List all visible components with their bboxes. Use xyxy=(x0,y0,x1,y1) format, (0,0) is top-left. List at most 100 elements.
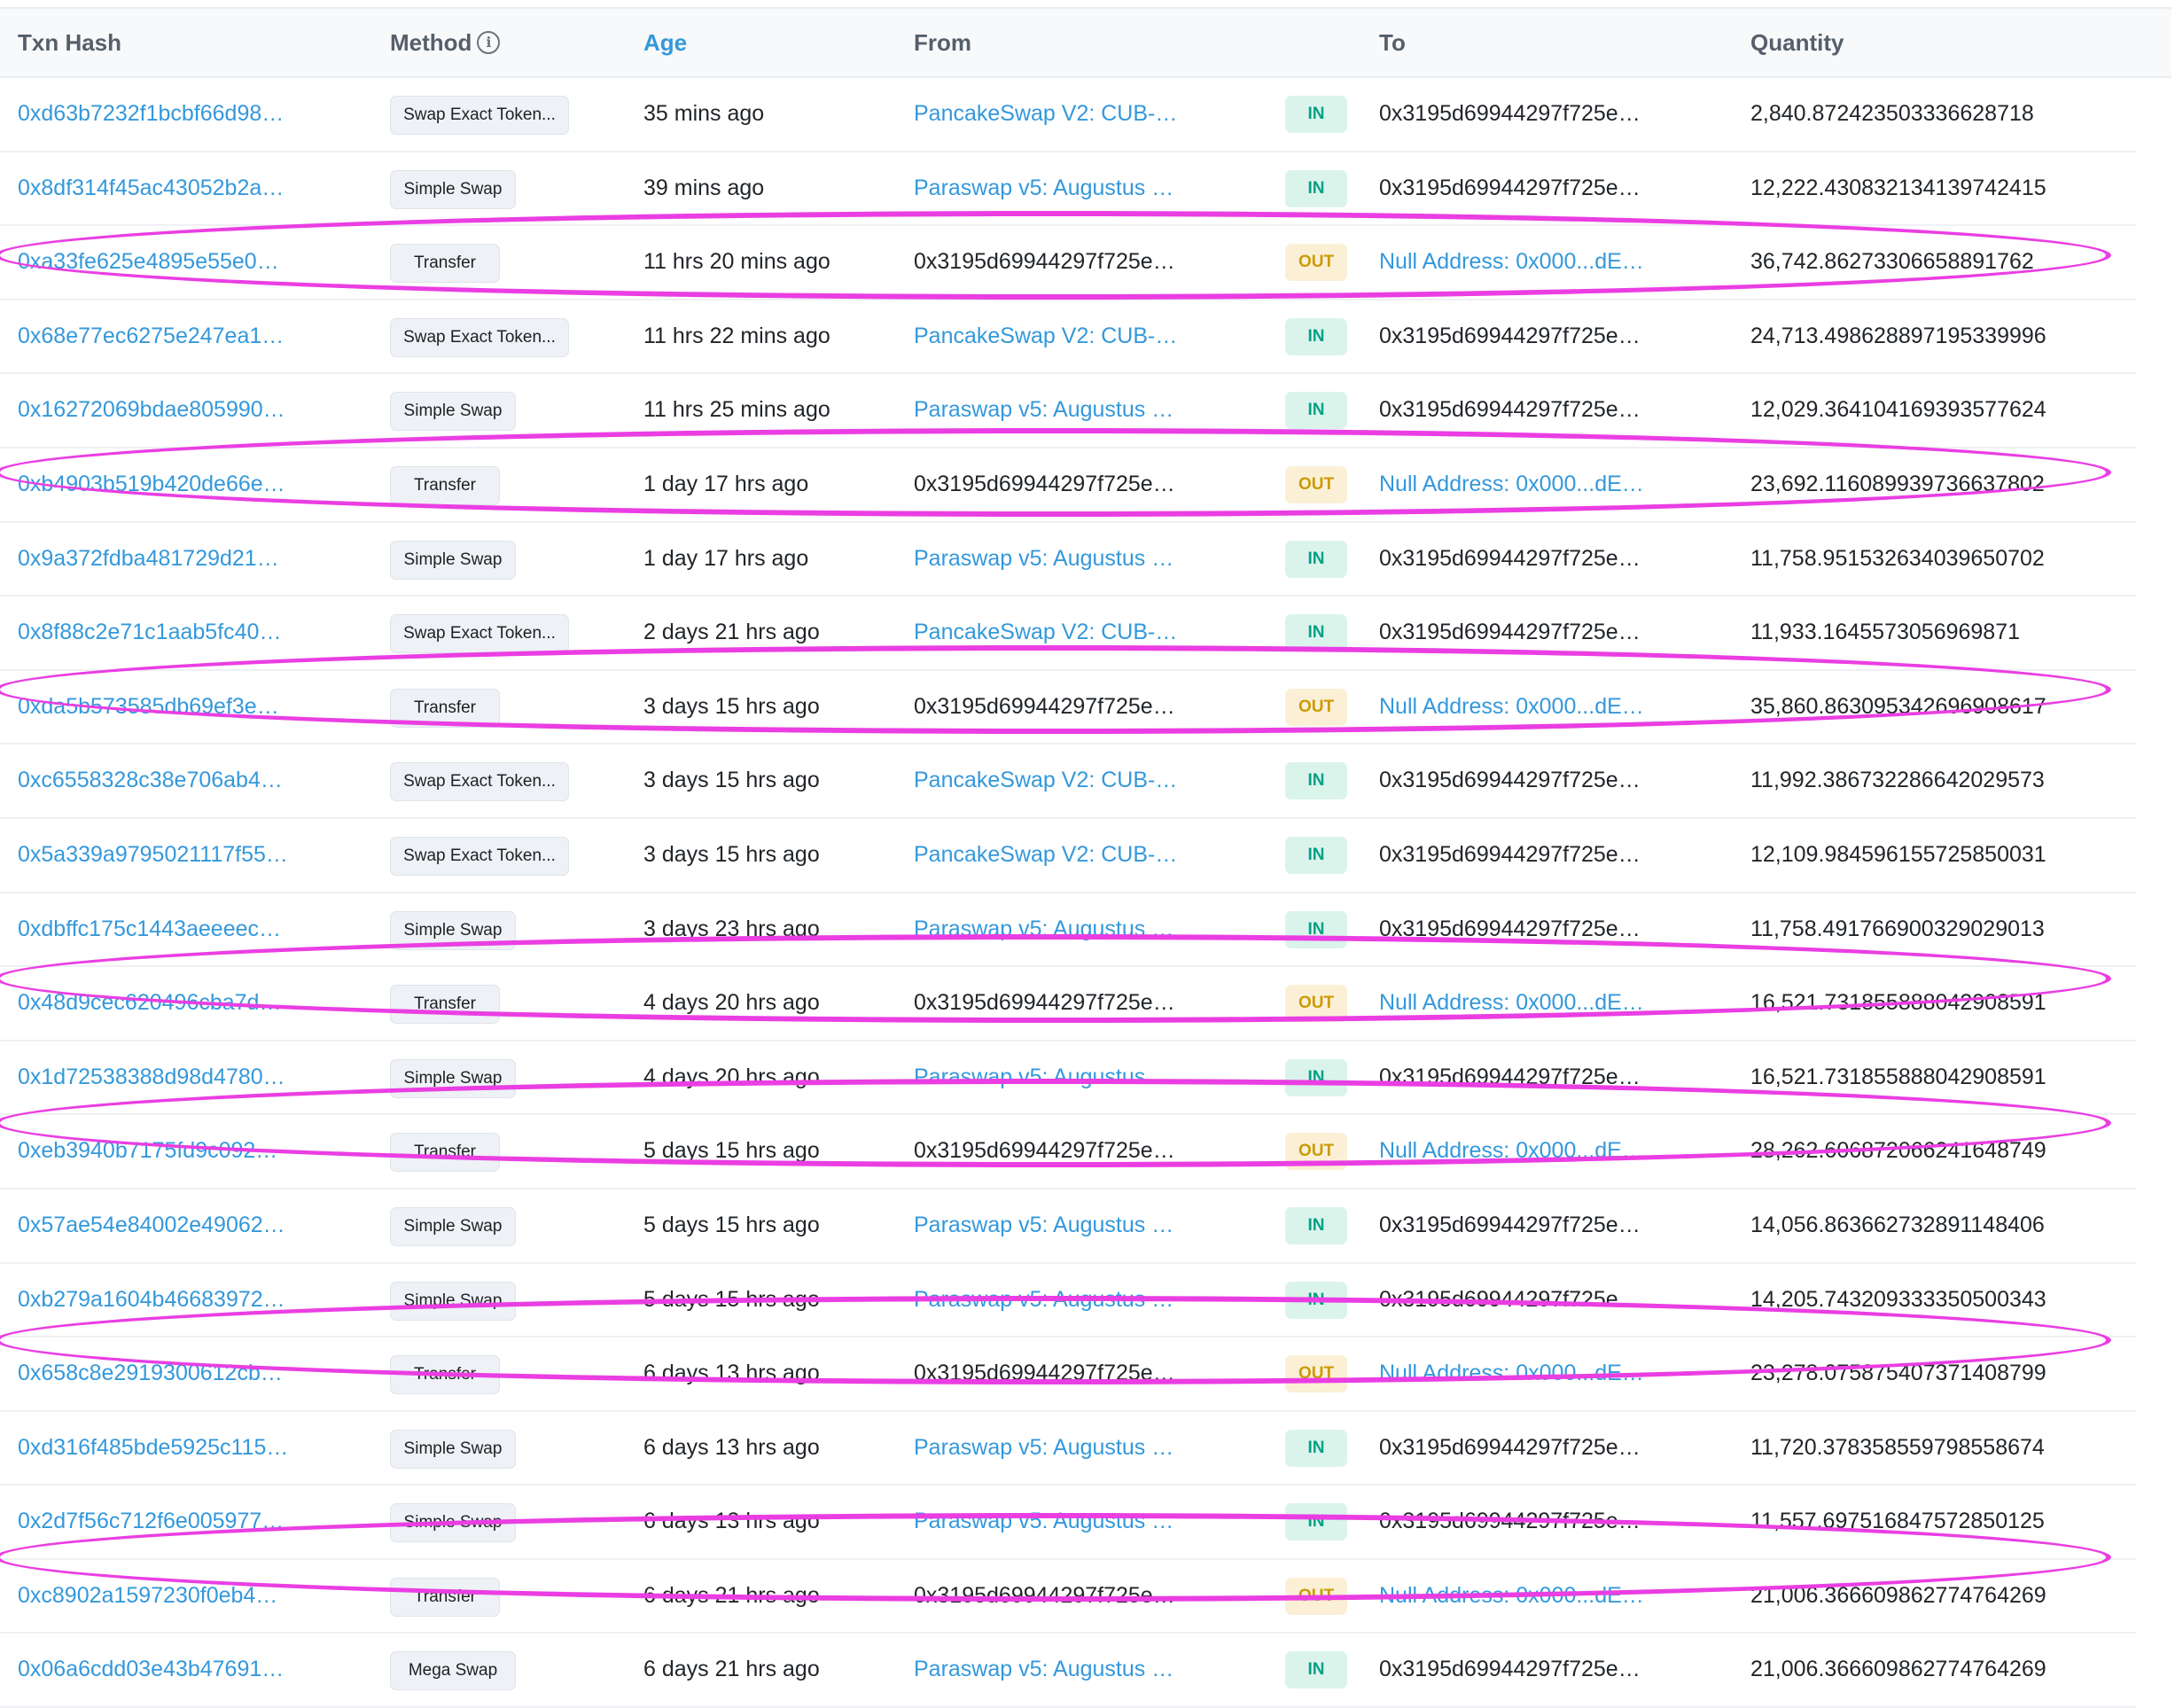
txn-hash-link[interactable]: 0x658c8e2919300612cb… xyxy=(18,1338,283,1410)
from-address[interactable]: PancakeSwap V2: CUB-… xyxy=(914,78,1177,151)
age-text: 3 days 15 hrs ago xyxy=(643,841,820,867)
method-badge: Swap Exact Token... xyxy=(390,836,569,876)
from-address[interactable]: Paraswap v5: Augustus … xyxy=(914,523,1173,596)
table-row: 0xd63b7232f1bcbf66d98… Swap Exact Token..… xyxy=(0,78,2136,152)
age-text: 2 days 21 hrs ago xyxy=(643,620,820,645)
from-address[interactable]: Paraswap v5: Augustus … xyxy=(914,1041,1173,1114)
from-address[interactable]: Paraswap v5: Augustus … xyxy=(914,152,1173,225)
quantity-value: 16,521.731855888042908591 xyxy=(1750,1064,2046,1089)
from-address[interactable]: PancakeSwap V2: CUB-… xyxy=(914,745,1177,817)
table-row: 0x68e77ec6275e247ea1… Swap Exact Token...… xyxy=(0,300,2136,375)
table-row: 0xdbffc175c1443aeeeec… Simple Swap 3 days … xyxy=(0,893,2136,968)
txn-hash-link[interactable]: 0xa33fe625e4895e55e0… xyxy=(18,226,279,299)
info-icon[interactable]: i xyxy=(477,31,501,55)
from-address[interactable]: Paraswap v5: Augustus … xyxy=(914,1412,1173,1485)
quantity-value: 2,840.872423503336628718 xyxy=(1750,101,2034,126)
txn-hash-link[interactable]: 0xc6558328c38e706ab4… xyxy=(18,745,283,817)
from-address: 0x3195d69944297f725e… xyxy=(914,1582,1175,1608)
direction-badge: IN xyxy=(1285,1058,1347,1096)
table-row: 0x658c8e2919300612cb… Transfer 6 days 13 h… xyxy=(0,1338,2136,1412)
txn-hash-link[interactable]: 0x2d7f56c712f6e005977… xyxy=(18,1486,284,1558)
txn-hash-link[interactable]: 0x06a6cdd03e43b47691… xyxy=(18,1634,284,1706)
txn-hash-link[interactable]: 0xd63b7232f1bcbf66d98… xyxy=(18,78,284,151)
direction-badge: IN xyxy=(1285,762,1347,800)
method-badge: Transfer xyxy=(390,1577,500,1617)
method-badge: Transfer xyxy=(390,465,500,505)
from-address[interactable]: Paraswap v5: Augustus … xyxy=(914,1189,1173,1262)
direction-badge: OUT xyxy=(1285,985,1347,1023)
txn-hash-link[interactable]: 0xb4903b519b420de66e… xyxy=(18,448,285,521)
txn-hash-link[interactable]: 0x57ae54e84002e49062… xyxy=(18,1189,285,1262)
from-address: 0x3195d69944297f725e… xyxy=(914,990,1175,1016)
direction-badge: IN xyxy=(1285,1206,1347,1244)
age-text: 11 hrs 22 mins ago xyxy=(643,323,830,348)
column-header-age[interactable]: Age xyxy=(643,9,687,76)
quantity-value: 12,029.364104169393577624 xyxy=(1750,397,2046,423)
method-badge: Simple Swap xyxy=(390,1058,516,1098)
txn-hash-link[interactable]: 0xd316f485bde5925c115… xyxy=(18,1412,288,1485)
direction-badge: IN xyxy=(1285,169,1347,207)
from-address[interactable]: Paraswap v5: Augustus … xyxy=(914,1486,1173,1558)
to-address: 0x3195d69944297f725e… xyxy=(1379,1657,1641,1682)
age-text: 6 days 13 hrs ago xyxy=(643,1434,820,1460)
from-address[interactable]: Paraswap v5: Augustus … xyxy=(914,1634,1173,1706)
from-address[interactable]: PancakeSwap V2: CUB-… xyxy=(914,819,1177,892)
to-address[interactable]: Null Address: 0x000...dE… xyxy=(1379,448,1644,521)
from-address[interactable]: PancakeSwap V2: CUB-… xyxy=(914,300,1177,373)
direction-badge: OUT xyxy=(1285,1355,1347,1393)
to-address[interactable]: Null Address: 0x000...dE… xyxy=(1379,671,1644,744)
txn-hash-link[interactable]: 0xc8902a1597230f0eb4… xyxy=(18,1560,277,1633)
quantity-value: 35,860.863095342696908617 xyxy=(1750,693,2046,719)
txn-hash-link[interactable]: 0x5a339a9795021117f55… xyxy=(18,819,288,892)
column-header-from: From xyxy=(914,29,971,56)
txn-hash-link[interactable]: 0x8df314f45ac43052b2a… xyxy=(18,152,284,225)
method-badge: Simple Swap xyxy=(390,392,516,432)
to-address: 0x3195d69944297f725e… xyxy=(1379,1434,1641,1460)
txn-hash-link[interactable]: 0x16272069bdae805990… xyxy=(18,374,285,447)
to-address[interactable]: Null Address: 0x000...dE… xyxy=(1379,967,1644,1040)
method-badge: Simple Swap xyxy=(390,1503,516,1543)
age-text: 4 days 20 hrs ago xyxy=(643,1064,820,1089)
to-address[interactable]: Null Address: 0x000...dE… xyxy=(1379,1338,1644,1410)
method-badge: Simple Swap xyxy=(390,169,516,209)
txn-hash-link[interactable]: 0x8f88c2e71c1aab5fc40… xyxy=(18,597,281,669)
from-address[interactable]: Paraswap v5: Augustus … xyxy=(914,893,1173,966)
table-row: 0x5a339a9795021117f55… Swap Exact Token..… xyxy=(0,819,2136,893)
txn-hash-link[interactable]: 0xda5b573585db69ef3e… xyxy=(18,671,279,744)
quantity-value: 12,109.984596155725850031 xyxy=(1750,841,2046,867)
from-address[interactable]: Paraswap v5: Augustus … xyxy=(914,1264,1173,1337)
method-badge: Swap Exact Token... xyxy=(390,614,569,654)
table-row: 0x9a372fdba481729d21… Simple Swap 1 day 17… xyxy=(0,523,2136,597)
txn-hash-link[interactable]: 0xb279a1604b46683972… xyxy=(18,1264,285,1337)
table-row: 0xb4903b519b420de66e… Transfer 1 day 17 hr… xyxy=(0,448,2136,523)
txn-hash-link[interactable]: 0x68e77ec6275e247ea1… xyxy=(18,300,284,373)
txn-hash-link[interactable]: 0x9a372fdba481729d21… xyxy=(18,523,279,596)
method-badge: Simple Swap xyxy=(390,1206,516,1246)
txn-hash-link[interactable]: 0xdbffc175c1443aeeeec… xyxy=(18,893,281,966)
method-badge: Transfer xyxy=(390,1355,500,1395)
direction-badge: OUT xyxy=(1285,1133,1347,1171)
method-badge: Swap Exact Token... xyxy=(390,96,569,135)
txn-hash-link[interactable]: 0xeb3940b7175fd9c092… xyxy=(18,1115,277,1188)
to-address[interactable]: Null Address: 0x000...dE… xyxy=(1379,226,1644,299)
method-badge: Transfer xyxy=(390,1133,500,1173)
age-text: 5 days 15 hrs ago xyxy=(643,1212,820,1237)
age-text: 5 days 15 hrs ago xyxy=(643,1138,820,1164)
from-address[interactable]: Paraswap v5: Augustus … xyxy=(914,374,1173,447)
method-badge: Simple Swap xyxy=(390,1429,516,1469)
to-address[interactable]: Null Address: 0x000...dE… xyxy=(1379,1115,1644,1188)
age-text: 11 hrs 20 mins ago xyxy=(643,249,830,275)
txn-hash-link[interactable]: 0x48d9cec620496cba7d… xyxy=(18,967,281,1040)
age-text: 6 days 13 hrs ago xyxy=(643,1509,820,1534)
quantity-value: 11,758.491766900329029013 xyxy=(1750,916,2045,941)
to-address: 0x3195d69944297f725e… xyxy=(1379,175,1641,200)
column-header-to: To xyxy=(1379,29,1406,56)
txn-hash-link[interactable]: 0x1d72538388d98d4780… xyxy=(18,1041,285,1114)
quantity-value: 11,758.951532634039650702 xyxy=(1750,545,2045,571)
from-address: 0x3195d69944297f725e… xyxy=(914,249,1175,275)
age-text: 6 days 13 hrs ago xyxy=(643,1361,820,1386)
from-address[interactable]: PancakeSwap V2: CUB-… xyxy=(914,597,1177,669)
to-address: 0x3195d69944297f725e… xyxy=(1379,1509,1641,1534)
age-text: 35 mins ago xyxy=(643,101,765,126)
to-address[interactable]: Null Address: 0x000...dE… xyxy=(1379,1560,1644,1633)
